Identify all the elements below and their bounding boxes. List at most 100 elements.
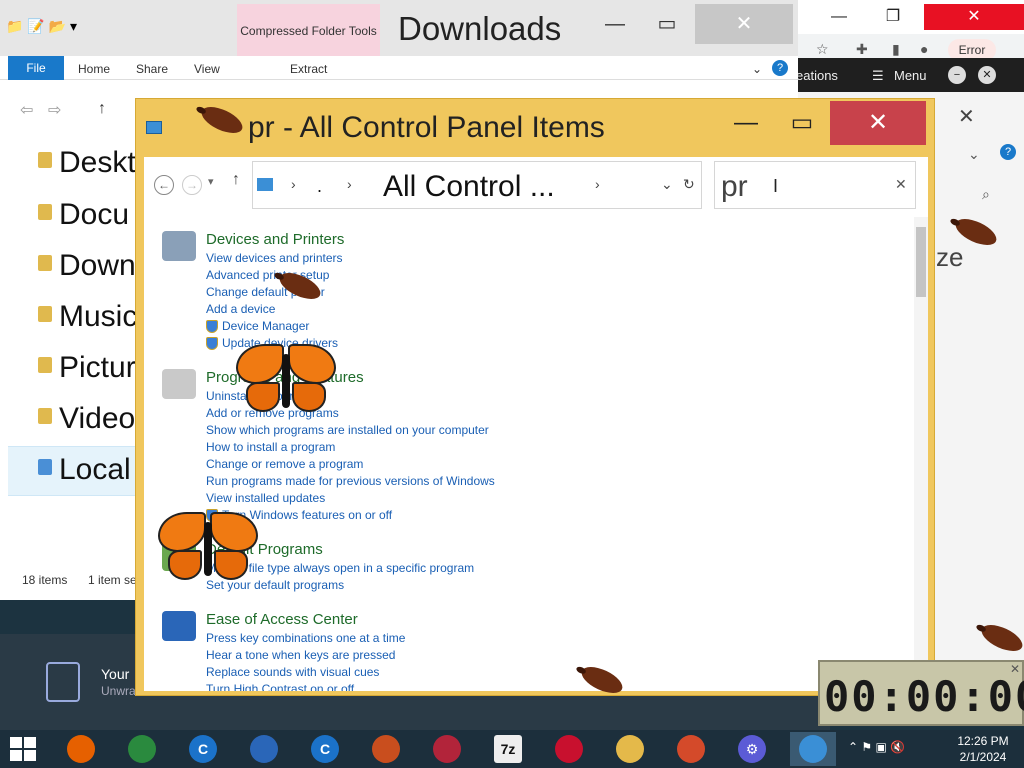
- menu-label[interactable]: Menu: [894, 68, 927, 83]
- task-link[interactable]: Run programs made for previous versions …: [206, 474, 495, 488]
- close-circle-icon[interactable]: ✕: [978, 66, 996, 84]
- task-link[interactable]: Device Manager: [206, 319, 309, 333]
- folder-icon: [38, 408, 52, 424]
- task-link[interactable]: Replace sounds with visual cues: [206, 665, 379, 679]
- up-button[interactable]: ↑: [232, 171, 240, 189]
- task-link[interactable]: Change or remove a program: [206, 457, 363, 471]
- chevron-down-icon[interactable]: ⌄: [752, 62, 762, 76]
- task-link[interactable]: Show which programs are installed on you…: [206, 423, 489, 437]
- ccleaner-c2-icon: C: [311, 735, 339, 763]
- tab-extract[interactable]: Extract: [290, 62, 327, 76]
- task-link[interactable]: Press key combinations one at a time: [206, 631, 405, 645]
- task-link[interactable]: Hear a tone when keys are pressed: [206, 648, 395, 662]
- task-link[interactable]: Turn High Contrast on or off: [206, 682, 354, 691]
- back-button[interactable]: ←: [154, 175, 174, 195]
- notification-title: Your: [101, 666, 130, 682]
- nav-item-pictures[interactable]: Pictur: [8, 345, 136, 395]
- vertical-scrollbar[interactable]: [914, 217, 928, 691]
- extensions-icon[interactable]: ✚: [856, 41, 868, 58]
- file-explorer-icon: [616, 735, 644, 763]
- chevron-right-icon[interactable]: ›: [595, 176, 600, 192]
- clock[interactable]: 12:26 PM 2/1/2024: [950, 733, 1016, 765]
- task-link-label: Turn High Contrast on or off: [206, 682, 355, 691]
- start-button[interactable]: [8, 736, 38, 762]
- tab-home[interactable]: Home: [78, 62, 110, 76]
- task-link[interactable]: How to install a program: [206, 440, 335, 454]
- taskbar-7zip[interactable]: 7z: [485, 732, 531, 766]
- minus-icon[interactable]: −: [948, 66, 966, 84]
- devices-printers-icon: [162, 231, 196, 261]
- close-button[interactable]: ✕: [695, 4, 793, 44]
- taskbar-file-explorer[interactable]: [607, 732, 653, 766]
- chevron-down-icon[interactable]: ⌄: [968, 146, 980, 163]
- inner-close-icon[interactable]: ✕: [958, 104, 975, 129]
- taskbar-firefox[interactable]: [58, 732, 104, 766]
- taskbar-avira[interactable]: [546, 732, 592, 766]
- address-bar[interactable]: › . › All Control ... › ⌄ ↻: [252, 161, 702, 209]
- taskbar-shield-app[interactable]: [241, 732, 287, 766]
- star-icon[interactable]: ☆: [816, 41, 829, 58]
- taskbar-windows-app[interactable]: [363, 732, 409, 766]
- avira-icon: [555, 735, 583, 763]
- nav-item-local-disk[interactable]: Local: [8, 446, 136, 496]
- refresh-icon[interactable]: ↻: [683, 176, 695, 193]
- tab-share[interactable]: Share: [136, 62, 168, 76]
- address-current[interactable]: All Control ...: [383, 170, 555, 204]
- nav-item-music[interactable]: Music: [8, 294, 137, 344]
- profile-icon[interactable]: ●: [920, 41, 928, 57]
- timer-widget[interactable]: 00:00:00 ✕: [818, 660, 1024, 726]
- sidepanel-icon[interactable]: ▮: [892, 41, 900, 58]
- chevron-right-icon[interactable]: ›: [347, 176, 352, 192]
- folder-icon: [38, 204, 52, 220]
- task-link[interactable]: View installed updates: [206, 491, 325, 505]
- address-root[interactable]: .: [317, 176, 322, 197]
- extension-bar: eations ☰ Menu − ✕: [796, 58, 1024, 92]
- task-link[interactable]: Add a device: [206, 302, 275, 316]
- notification-area[interactable]: ⌃ ⚑ ▣ 🔇: [848, 740, 905, 754]
- clear-search-icon[interactable]: ✕: [895, 176, 907, 193]
- chevron-down-icon[interactable]: ⌄: [661, 176, 673, 193]
- close-button[interactable]: ✕: [924, 4, 1024, 30]
- shield-app-icon: [250, 735, 278, 763]
- taskbar-ccleaner-c[interactable]: C: [180, 732, 226, 766]
- close-button[interactable]: ✕: [830, 101, 926, 145]
- help-icon[interactable]: ?: [772, 60, 788, 76]
- taskbar-control-panel[interactable]: [790, 732, 836, 766]
- help-icon[interactable]: ?: [1000, 144, 1016, 160]
- scroll-thumb[interactable]: [916, 227, 926, 297]
- taskbar-recorder[interactable]: [424, 732, 470, 766]
- task-link[interactable]: View devices and printers: [206, 251, 343, 265]
- maximize-button[interactable]: ❐: [870, 4, 916, 30]
- minimize-button[interactable]: ―: [816, 4, 862, 30]
- menu-icon[interactable]: ☰: [872, 68, 884, 84]
- forward-icon[interactable]: ⇨: [48, 100, 61, 120]
- back-icon[interactable]: ⇦: [20, 100, 33, 120]
- taskbar-chrome[interactable]: [119, 732, 165, 766]
- category-title[interactable]: Devices and Printers: [206, 231, 344, 248]
- tab-file[interactable]: File: [8, 56, 64, 80]
- maximize-button[interactable]: ▭: [632, 4, 702, 44]
- task-link-label: Add a device: [206, 302, 276, 316]
- nav-item-downloads[interactable]: Down: [8, 243, 136, 293]
- address-toolbar: ← → ▾ ↑ › . › All Control ... › ⌄ ↻ pr I…: [144, 157, 928, 213]
- category-title[interactable]: Ease of Access Center: [206, 611, 358, 628]
- folder-icon: [38, 255, 52, 271]
- tab-view[interactable]: View: [194, 62, 220, 76]
- search-icon[interactable]: ⌕: [982, 186, 990, 203]
- taskbar: C C 7z ⚙ ⌃ ⚑ ▣ 🔇 12:26 PM 2/1/2024: [0, 730, 1024, 768]
- up-icon[interactable]: ↑: [98, 100, 106, 118]
- nav-item-videos[interactable]: Video: [8, 396, 136, 446]
- taskbar-ccleaner[interactable]: [668, 732, 714, 766]
- recent-pages-icon[interactable]: ▾: [208, 175, 214, 188]
- nav-item-documents[interactable]: Docu: [8, 192, 136, 242]
- forward-button[interactable]: →: [182, 175, 202, 195]
- chevron-right-icon[interactable]: ›: [291, 176, 296, 192]
- close-icon[interactable]: ✕: [1010, 662, 1020, 676]
- gift-icon: [46, 662, 80, 702]
- search-input[interactable]: pr I ✕: [714, 161, 916, 209]
- quick-access-toolbar[interactable]: 📁 📝 📂 ▾: [6, 18, 77, 35]
- taskbar-settings[interactable]: ⚙: [729, 732, 775, 766]
- window-client: ← → ▾ ↑ › . › All Control ... › ⌄ ↻ pr I…: [144, 157, 928, 691]
- nav-item-desktop[interactable]: Deskt: [8, 140, 136, 190]
- taskbar-ccleaner-c2[interactable]: C: [302, 732, 348, 766]
